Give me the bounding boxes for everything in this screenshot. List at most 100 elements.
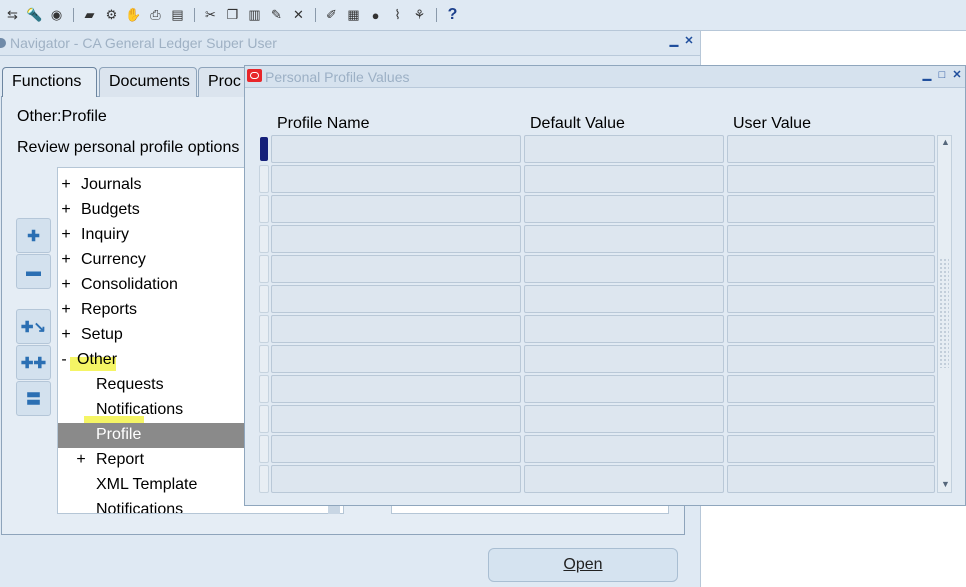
cut-icon[interactable]: ✂ bbox=[200, 5, 221, 26]
edit-icon[interactable]: ✎ bbox=[266, 5, 287, 26]
close-icon[interactable]: ✕ bbox=[951, 70, 963, 82]
default-value-cell[interactable] bbox=[524, 435, 724, 463]
default-value-cell[interactable] bbox=[524, 345, 724, 373]
open-button-label: Open bbox=[563, 556, 603, 573]
collapse-all-button[interactable]: 〓 bbox=[16, 381, 51, 416]
copy-icon[interactable]: ❐ bbox=[222, 5, 243, 26]
expand-all-button[interactable]: ✚✚ bbox=[16, 345, 51, 380]
user-value-cell[interactable] bbox=[727, 285, 935, 313]
minimize-icon[interactable]: ▁ bbox=[921, 70, 933, 82]
default-value-cell[interactable] bbox=[524, 375, 724, 403]
record-indicator[interactable] bbox=[259, 435, 269, 463]
tab-functions[interactable]: Functions bbox=[2, 67, 97, 97]
user-value-cell[interactable] bbox=[727, 465, 935, 493]
user-value-cell[interactable] bbox=[727, 405, 935, 433]
tree-item-label: Report bbox=[96, 451, 145, 468]
maximize-icon[interactable]: □ bbox=[936, 70, 948, 82]
current-record-indicator[interactable] bbox=[260, 137, 268, 161]
record-indicator[interactable] bbox=[259, 195, 269, 223]
oracle-icon bbox=[247, 69, 262, 82]
default-value-cell[interactable] bbox=[524, 195, 724, 223]
default-value-cell[interactable] bbox=[524, 315, 724, 343]
profile-name-cell[interactable] bbox=[271, 165, 521, 193]
navigator-titlebar[interactable]: Navigator - CA General Ledger Super User… bbox=[0, 31, 700, 56]
pen-icon[interactable]: ✐ bbox=[321, 5, 342, 26]
expand-branch-button[interactable]: ✚↘ bbox=[16, 309, 51, 344]
user-value-cell[interactable] bbox=[727, 195, 935, 223]
record-indicator[interactable] bbox=[259, 405, 269, 433]
tree-toggle[interactable]: + bbox=[60, 201, 72, 219]
tree-item-label: Budgets bbox=[81, 201, 140, 218]
tree-toggle[interactable]: + bbox=[60, 276, 72, 294]
tree-toggle[interactable]: + bbox=[60, 301, 72, 319]
profile-values-titlebar[interactable]: Personal Profile Values ▁ □ ✕ bbox=[245, 66, 965, 88]
ball-icon[interactable]: ● bbox=[365, 5, 386, 26]
expand-button[interactable]: ✚ bbox=[16, 218, 51, 253]
profile-name-cell[interactable] bbox=[271, 285, 521, 313]
record-indicator[interactable] bbox=[259, 165, 269, 193]
default-value-cell[interactable] bbox=[524, 465, 724, 493]
clear-icon[interactable]: ✕ bbox=[288, 5, 309, 26]
profile-name-cell[interactable] bbox=[271, 315, 521, 343]
paste-icon[interactable]: ▥ bbox=[244, 5, 265, 26]
folder-icon[interactable]: ▰ bbox=[79, 5, 100, 26]
default-value-cell[interactable] bbox=[524, 285, 724, 313]
profile-name-cell[interactable] bbox=[271, 225, 521, 253]
user-value-cell[interactable] bbox=[727, 255, 935, 283]
profile-name-cell[interactable] bbox=[271, 345, 521, 373]
record-indicator[interactable] bbox=[259, 345, 269, 373]
profile-name-cell[interactable] bbox=[271, 135, 521, 163]
record-indicator[interactable] bbox=[259, 285, 269, 313]
default-value-cell[interactable] bbox=[524, 135, 724, 163]
record-indicator[interactable] bbox=[259, 375, 269, 403]
tree-toggle[interactable]: + bbox=[75, 451, 87, 469]
user-value-cell[interactable] bbox=[727, 435, 935, 463]
default-value-cell[interactable] bbox=[524, 165, 724, 193]
profile-name-cell[interactable] bbox=[271, 255, 521, 283]
tree-item-label: Setup bbox=[81, 326, 123, 343]
tree-toggle[interactable]: + bbox=[60, 251, 72, 269]
minimize-icon[interactable]: ▁ bbox=[668, 36, 680, 48]
tab-documents[interactable]: Documents bbox=[99, 67, 197, 97]
default-value-cell[interactable] bbox=[524, 255, 724, 283]
folders-icon[interactable]: ▦ bbox=[343, 5, 364, 26]
print-icon[interactable]: ⎙ bbox=[145, 5, 166, 26]
record-indicator[interactable] bbox=[259, 465, 269, 493]
attach-icon[interactable]: ⌇ bbox=[387, 5, 408, 26]
collapse-button[interactable]: ▬ bbox=[16, 254, 51, 289]
user-value-cell[interactable] bbox=[727, 375, 935, 403]
profile-name-cell[interactable] bbox=[271, 405, 521, 433]
help-icon[interactable]: ? bbox=[442, 5, 463, 26]
user-value-cell[interactable] bbox=[727, 135, 935, 163]
user-value-cell[interactable] bbox=[727, 345, 935, 373]
profile-name-cell[interactable] bbox=[271, 465, 521, 493]
translate-icon[interactable]: ⚘ bbox=[409, 5, 430, 26]
tools-icon[interactable]: ⚙ bbox=[101, 5, 122, 26]
close-icon[interactable]: ✕ bbox=[683, 36, 695, 48]
open-button[interactable]: Open bbox=[488, 548, 678, 582]
scroll-up-icon[interactable]: ▲ bbox=[941, 137, 950, 147]
tree-toggle[interactable]: + bbox=[60, 326, 72, 344]
user-value-cell[interactable] bbox=[727, 315, 935, 343]
profile-name-cell[interactable] bbox=[271, 375, 521, 403]
record-indicator[interactable] bbox=[259, 315, 269, 343]
profile-name-cell[interactable] bbox=[271, 195, 521, 223]
tree-item-label: Requests bbox=[96, 376, 164, 393]
profile-name-cell[interactable] bbox=[271, 435, 521, 463]
nav-icon[interactable]: ⇆ bbox=[2, 5, 23, 26]
save-icon[interactable]: ▤ bbox=[167, 5, 188, 26]
user-value-cell[interactable] bbox=[727, 165, 935, 193]
flashlight-icon[interactable]: 🔦 bbox=[24, 5, 45, 26]
globe-icon[interactable]: ◉ bbox=[46, 5, 67, 26]
default-value-cell[interactable] bbox=[524, 405, 724, 433]
collapse-all-icon: 〓 bbox=[25, 391, 41, 408]
tree-toggle[interactable]: + bbox=[60, 176, 72, 194]
record-indicator[interactable] bbox=[259, 225, 269, 253]
user-value-cell[interactable] bbox=[727, 225, 935, 253]
tree-toggle[interactable]: + bbox=[60, 226, 72, 244]
default-value-cell[interactable] bbox=[524, 225, 724, 253]
scroll-down-icon[interactable]: ▼ bbox=[941, 479, 950, 489]
hand-icon[interactable]: ✋ bbox=[123, 5, 144, 26]
record-indicator[interactable] bbox=[259, 255, 269, 283]
tree-toggle[interactable]: - bbox=[58, 351, 70, 369]
